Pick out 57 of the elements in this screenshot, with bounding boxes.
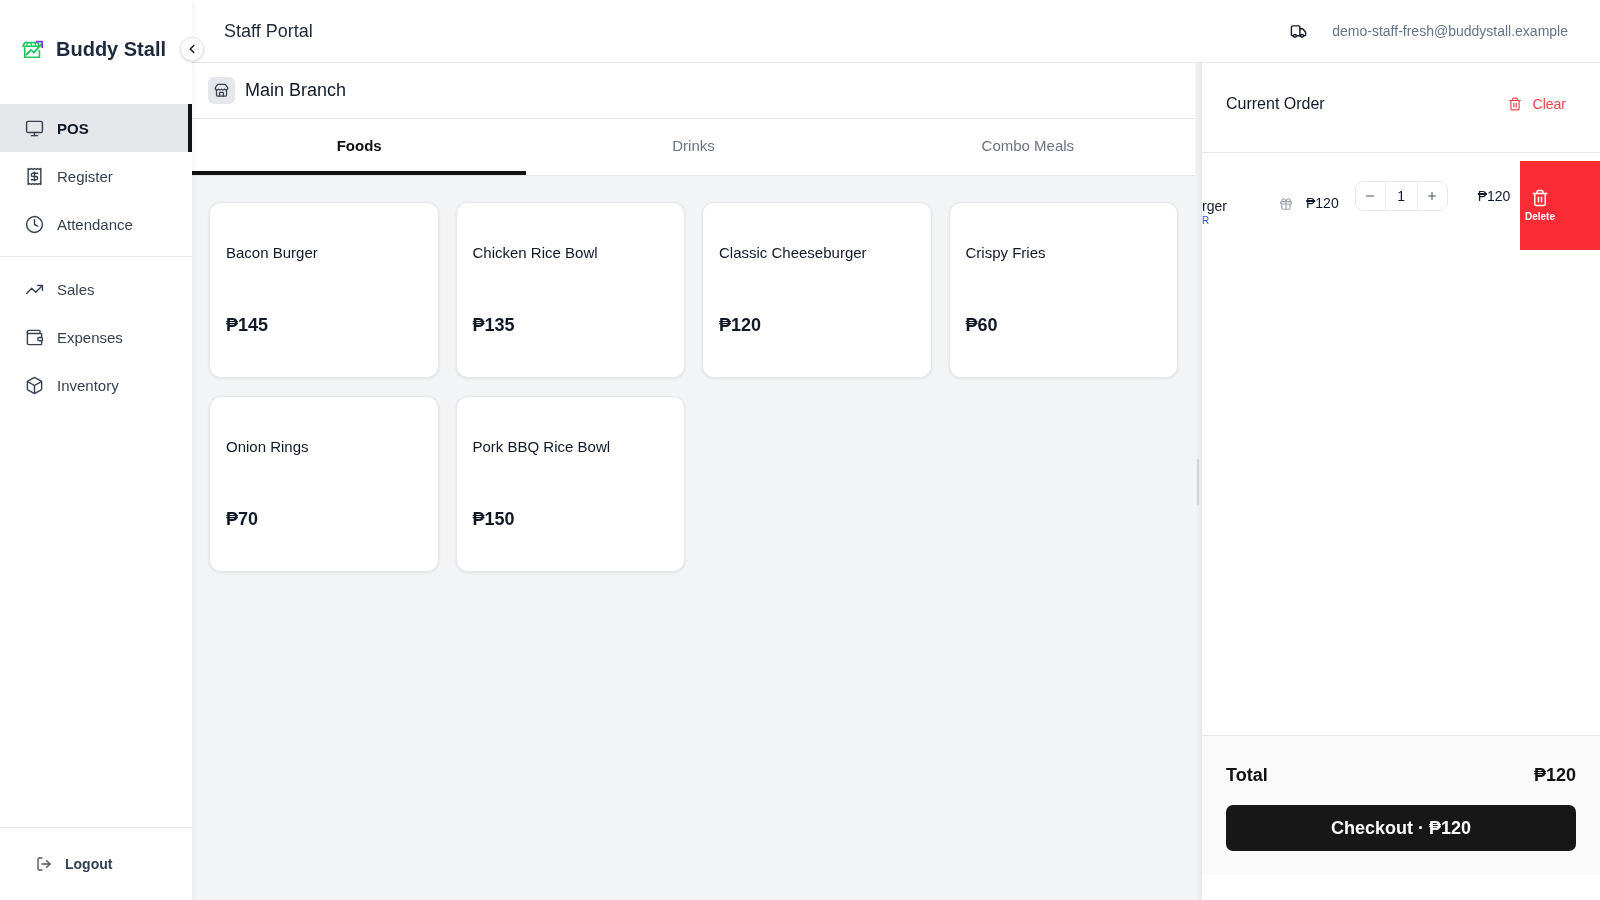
logout-button[interactable]: Logout xyxy=(36,856,113,872)
logout-icon xyxy=(36,856,52,872)
item-name: rger xyxy=(1202,198,1227,214)
product-card[interactable]: Bacon Burger ₱145 xyxy=(209,202,439,378)
order-title: Current Order xyxy=(1226,94,1325,113)
truck-icon[interactable] xyxy=(1290,22,1308,40)
total-amount: ₱120 xyxy=(1533,764,1576,786)
product-card[interactable]: Chicken Rice Bowl ₱135 xyxy=(455,202,685,378)
product-name: Pork BBQ Rice Bowl xyxy=(472,437,611,457)
line-total: ₱120 xyxy=(1477,188,1511,204)
quantity-value: 1 xyxy=(1384,182,1418,210)
product-name: Classic Cheeseburger xyxy=(719,243,867,263)
page-title: Staff Portal xyxy=(224,20,313,42)
trash-icon xyxy=(1507,96,1522,111)
nav-item[interactable]: Inventory xyxy=(0,361,192,409)
box-icon xyxy=(25,375,44,395)
receipt-icon xyxy=(25,166,44,186)
nav-item[interactable]: Register xyxy=(0,152,192,200)
category-tab[interactable]: Foods xyxy=(192,119,527,175)
product-price: ₱70 xyxy=(226,508,259,530)
product-name: Chicken Rice Bowl xyxy=(472,243,598,263)
total-label: Total xyxy=(1226,764,1268,786)
nav-item[interactable]: Expenses xyxy=(0,313,192,361)
logo-icon xyxy=(22,38,44,60)
product-name: Onion Rings xyxy=(226,437,309,457)
product-card[interactable]: Classic Cheeseburger ₱120 xyxy=(702,202,932,378)
item-note: R xyxy=(1202,214,1210,227)
user-email: demo-staff-fresh@buddystall.example xyxy=(1332,23,1568,39)
trash-icon xyxy=(1531,188,1549,207)
category-tab[interactable]: Drinks xyxy=(526,119,861,175)
product-price: ₱120 xyxy=(719,314,762,336)
nav-item[interactable]: Sales xyxy=(0,265,192,313)
product-card[interactable]: Pork BBQ Rice Bowl ₱150 xyxy=(455,396,685,572)
checkout-button[interactable]: Checkout · ₱120 xyxy=(1226,805,1576,851)
branch-name: Main Branch xyxy=(245,80,347,101)
clock-icon xyxy=(25,214,44,234)
clear-button[interactable]: Clear xyxy=(1507,95,1566,112)
product-card[interactable]: Crispy Fries ₱60 xyxy=(948,202,1178,378)
product-name: Crispy Fries xyxy=(965,243,1046,263)
category-tab[interactable]: Combo Meals xyxy=(860,119,1195,175)
product-card[interactable]: Onion Rings ₱70 xyxy=(209,396,439,572)
product-price: ₱60 xyxy=(965,314,998,336)
collapse-button[interactable] xyxy=(180,37,204,61)
wallet-icon xyxy=(25,327,44,347)
product-name: Bacon Burger xyxy=(226,243,318,263)
nav-item[interactable]: Attendance xyxy=(0,200,192,248)
nav-item[interactable]: POS xyxy=(0,104,192,152)
gift-icon[interactable] xyxy=(1279,197,1293,211)
product-price: ₱135 xyxy=(472,314,515,336)
plus-icon xyxy=(1426,190,1439,202)
store-icon xyxy=(208,77,235,104)
unit-price: ₱120 xyxy=(1306,195,1339,211)
product-price: ₱145 xyxy=(226,314,269,336)
brand-name: Buddy Stall xyxy=(56,37,166,61)
monitor-icon xyxy=(25,118,44,138)
product-price: ₱150 xyxy=(472,508,515,530)
delete-button[interactable]: Delete xyxy=(1520,161,1600,250)
